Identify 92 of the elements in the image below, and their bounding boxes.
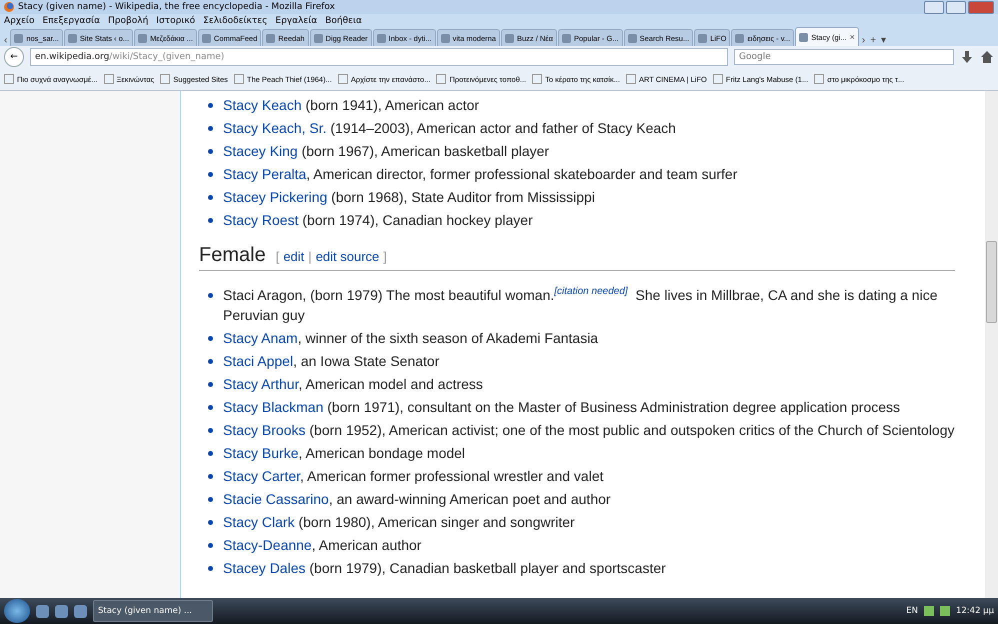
app-icon[interactable] <box>55 604 68 618</box>
separator: | <box>308 249 312 264</box>
bullet-icon <box>208 126 213 131</box>
person-link[interactable]: Stacy Carter <box>223 468 300 484</box>
minimize-button[interactable] <box>924 0 944 14</box>
list-item-text: Stacy Roest (born 1974), Canadian hockey player <box>223 212 533 228</box>
bullet-icon <box>208 543 213 548</box>
menu-item[interactable]: Επεξεργασία <box>42 16 100 26</box>
search-field[interactable]: Google <box>734 49 954 65</box>
scrollbar-thumb[interactable] <box>986 241 997 323</box>
bullet-icon <box>208 451 213 456</box>
bullet-icon <box>208 474 213 479</box>
taskbar-window-button[interactable]: Stacy (given name) ... <box>93 600 213 622</box>
list-item-text: Staci Aragon, (born 1979) The most beautiful woman.$^{[citation needed]}$ She lives in Millbrae, CA and she is dating a nice Peruvian guy <box>223 287 938 323</box>
bullet-icon <box>208 172 213 177</box>
person-link[interactable]: Stacy Roest <box>223 212 298 228</box>
bullet-icon <box>208 428 213 433</box>
citation-link[interactable]: [citation needed] <box>554 286 628 298</box>
app-icon[interactable] <box>36 604 49 618</box>
menu-item[interactable]: Εργαλεία <box>275 16 318 26</box>
person-link[interactable]: Stacy Clark <box>223 514 295 530</box>
firefox-icon <box>4 2 14 12</box>
home-icon[interactable] <box>980 50 994 64</box>
menu-item[interactable]: Προβολή <box>108 16 148 26</box>
bullet-icon <box>208 405 213 410</box>
scroll-left-button[interactable]: ‹ <box>2 35 10 46</box>
new-tab-button[interactable]: + <box>868 35 878 46</box>
tray-icon[interactable] <box>940 606 950 616</box>
list-item-text: Stacy Carter, American former professional wrestler and valet <box>223 468 604 484</box>
bullet-icon <box>208 497 213 502</box>
menu-item[interactable]: Αρχείο <box>4 16 34 26</box>
app-icon[interactable] <box>74 604 87 618</box>
tray-icon[interactable] <box>924 606 934 616</box>
clock[interactable]: 12:42 μμ <box>956 606 994 616</box>
window-title: Stacy (given name) - Wikipedia, the free encyclopedia - Mozilla Firefox <box>18 2 335 12</box>
edit-link[interactable]: edit <box>283 249 304 264</box>
list-item-text: Stacy Brooks (born 1952), American activist; one of the most public and outspoken critics of the Church of Scientology <box>223 422 954 438</box>
bracket: [ <box>276 249 280 264</box>
person-link[interactable]: Stacy Burke <box>223 445 298 461</box>
download-icon[interactable] <box>960 50 974 64</box>
person-link[interactable]: Stacy Peralta <box>223 166 306 182</box>
bullet-icon <box>208 566 213 571</box>
person-link[interactable]: Staci Appel <box>223 353 294 369</box>
scroll-right-button[interactable]: › <box>860 35 868 46</box>
back-button[interactable]: ← <box>4 47 24 67</box>
list-item-text: Stacy Anam, winner of the sixth season of Akademi Fantasia <box>223 330 598 346</box>
menu-item[interactable]: Βοήθεια <box>325 16 362 26</box>
bullet-icon <box>208 293 213 298</box>
list-item-text: Stacey King (born 1967), American basketball player <box>223 143 550 159</box>
bullet-icon <box>208 359 213 364</box>
person-link[interactable]: Stacey Pickering <box>223 189 328 205</box>
person-link[interactable]: Stacy Blackman <box>223 399 324 415</box>
person-link[interactable]: Stacy Brooks <box>223 422 306 438</box>
maximize-button[interactable] <box>946 0 966 14</box>
list-item-text: Stacy Keach, Sr. (1914–2003), American actor and father of Stacy Keach <box>223 120 676 136</box>
bullet-icon <box>208 149 213 154</box>
list-item-text: Stacy Arthur, American model and actress <box>223 376 483 392</box>
close-tab-button[interactable]: × <box>850 32 855 42</box>
bullet-icon <box>208 336 213 341</box>
bullet-icon <box>208 195 213 200</box>
address-bar[interactable]: en.wikipedia.org/wiki/Stacy_(given_name) <box>30 48 728 66</box>
list-item-text: Stacy-Deanne, American author <box>223 537 422 553</box>
person-link[interactable]: Stacy Keach, Sr. <box>223 120 326 136</box>
tab-list-button[interactable]: ▾ <box>879 34 888 46</box>
list-item-text: Stacy Clark (born 1980), American singer and songwriter <box>223 514 575 530</box>
bullet-icon <box>208 103 213 108</box>
bracket: ] <box>383 249 387 264</box>
section-heading: Female <box>199 244 266 267</box>
bullet-icon <box>208 218 213 223</box>
list-item-text: Stacey Pickering (born 1968), State Auditor from Mississippi <box>223 189 595 205</box>
list-item-text: Stacy Burke, American bondage model <box>223 445 466 461</box>
close-button[interactable] <box>968 0 994 14</box>
start-button[interactable] <box>4 599 30 623</box>
list-item-text: Stacie Cassarino, an award-winning American poet and author <box>223 491 611 507</box>
menu-item[interactable]: Σελιδοδείκτες <box>203 16 268 26</box>
bullet-icon <box>208 382 213 387</box>
list-item-text: Stacey Dales (born 1979), Canadian basketball player and sportscaster <box>223 560 666 576</box>
language-indicator[interactable]: EN <box>906 606 918 616</box>
person-link[interactable]: Stacy Arthur <box>223 376 298 392</box>
list-item-text: Staci Appel, an Iowa State Senator <box>223 353 440 369</box>
menu-item[interactable]: Ιστορικό <box>156 16 196 26</box>
person-link[interactable]: Stacie Cassarino <box>223 491 329 507</box>
person-link[interactable]: Stacey Dales <box>223 560 306 576</box>
list-item-text: Stacy Blackman (born 1971), consultant on the Master of Business Administration degree application process <box>223 399 900 415</box>
list-item-text: Stacy Keach (born 1941), American actor <box>223 97 480 113</box>
list-item-text: Stacy Peralta, American director, former professional skateboarder and team surfer <box>223 166 738 182</box>
person-link[interactable]: Stacy Anam <box>223 330 298 346</box>
edit-source-link[interactable]: edit source <box>316 249 380 264</box>
person-link[interactable]: Stacy-Deanne <box>223 537 312 553</box>
person-link[interactable]: Stacy Keach <box>223 97 302 113</box>
person-link[interactable]: Stacey King <box>223 143 298 159</box>
bullet-icon <box>208 520 213 525</box>
